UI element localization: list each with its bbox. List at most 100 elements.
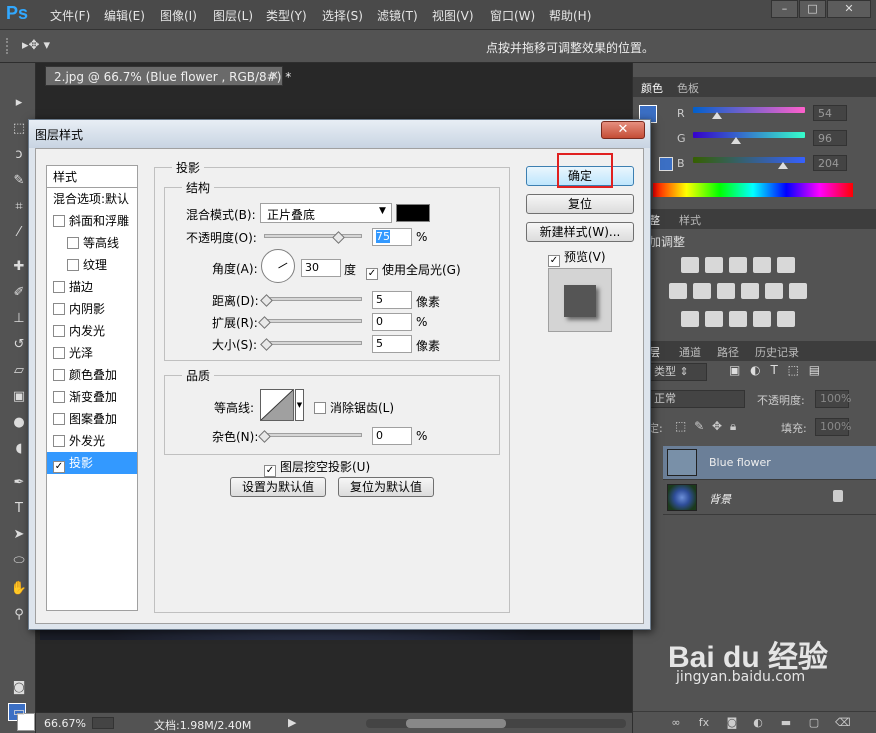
gradient-tool-icon[interactable]: ▣ [9,387,29,407]
size-slider[interactable] [264,341,362,345]
channel-slider-marker[interactable] [711,112,722,119]
blur-tool-icon[interactable]: ● [9,413,29,433]
selective-color-icon[interactable] [753,311,771,327]
new-style-button[interactable]: 新建样式(W)... [526,222,634,242]
zoom-tool-icon[interactable]: ⚲ [9,605,29,625]
shape-tool-icon[interactable]: ⬭ [9,551,29,571]
set-default-button[interactable]: 设置为默认值 [230,477,326,497]
reset-button[interactable]: 复位 [526,194,634,214]
posterize-icon[interactable] [705,311,723,327]
reset-default-button[interactable]: 复位为默认值 [338,477,434,497]
window-close-button[interactable]: ✕ [827,0,871,18]
new-layer-icon[interactable]: ▢ [807,716,821,730]
menu-view[interactable]: 视图(V) [432,7,474,24]
document-tab-close-icon[interactable]: × [269,68,279,82]
tab-color[interactable]: 颜色 [641,80,663,96]
style-checkbox[interactable] [53,369,65,381]
menu-layer[interactable]: 图层(L) [213,7,253,24]
invert-icon[interactable] [681,311,699,327]
minimize-button[interactable]: – [771,0,798,18]
style-checkbox[interactable] [53,325,65,337]
layer-filter-icons[interactable]: ▣ ◐ T ⬚ ▤ [729,363,859,381]
color-spectrum-bar[interactable] [653,183,853,197]
horizontal-scrollbar[interactable] [366,719,626,728]
menu-edit[interactable]: 编辑(E) [104,7,145,24]
style-item-blending-options[interactable]: 混合选项:默认 [47,188,137,210]
eraser-tool-icon[interactable]: ▱ [9,361,29,381]
angle-input[interactable]: 30 [301,259,341,277]
dialog-titlebar[interactable]: 图层样式 ✕ [29,120,650,148]
gradient-map-icon[interactable] [777,311,795,327]
screen-mode-icon[interactable]: ▭ [9,703,29,723]
exposure-icon[interactable] [753,257,771,273]
dialog-close-button[interactable]: ✕ [601,121,645,139]
noise-slider[interactable] [264,433,362,437]
color-lookup-icon[interactable] [789,283,807,299]
channel-g-value[interactable]: 96 [813,130,847,146]
menu-select[interactable]: 选择(S) [322,7,363,24]
tab-history[interactable]: 历史记录 [755,344,799,360]
photo-filter-icon[interactable] [741,283,759,299]
zoom-level[interactable]: 66.67% [44,717,86,730]
checkbox-checked[interactable]: ✓ [264,465,276,477]
add-mask-icon[interactable]: ◙ [725,716,739,730]
tab-styles[interactable]: 样式 [679,212,701,228]
menu-window[interactable]: 窗口(W) [490,7,535,24]
style-item-satin[interactable]: 光泽 [47,342,137,364]
layer-row-blue-flower[interactable]: Blue flower [663,446,876,480]
menu-file[interactable]: 文件(F) [50,7,90,24]
move-tool-icon[interactable]: ▸ [9,93,29,113]
blend-mode-select[interactable]: 正片叠底 ▼ [260,203,392,223]
black-white-icon[interactable] [717,283,735,299]
color-bg-swatch[interactable] [659,157,673,171]
color-balance-icon[interactable] [693,283,711,299]
link-layers-icon[interactable]: ∞ [669,716,683,730]
scrollbar-thumb[interactable] [406,719,506,728]
marquee-tool-icon[interactable]: ⬚ [9,119,29,139]
stamp-tool-icon[interactable]: ⊥ [9,309,29,329]
style-item-drop-shadow[interactable]: ✓ 投影 [47,452,137,474]
brightness-icon[interactable] [681,257,699,273]
style-checkbox[interactable] [53,391,65,403]
type-tool-icon[interactable]: T [9,499,29,519]
contour-preview[interactable] [260,389,294,421]
channel-g-slider[interactable] [693,132,805,138]
layer-kind-filter[interactable]: 类型 ⇕ [649,363,707,381]
channel-mixer-icon[interactable] [765,283,783,299]
dodge-tool-icon[interactable]: ◖ [9,439,29,459]
quick-select-tool-icon[interactable]: ✎ [9,171,29,191]
threshold-icon[interactable] [729,311,747,327]
distance-slider[interactable] [264,297,362,301]
style-checkbox[interactable] [67,237,79,249]
checkbox-checked[interactable]: ✓ [366,268,378,280]
curves-icon[interactable] [729,257,747,273]
style-checkbox[interactable] [53,435,65,447]
checkbox-checked[interactable]: ✓ [548,255,560,267]
shadow-color-swatch[interactable] [396,204,430,222]
quick-mask-icon[interactable]: ◙ [9,678,29,698]
style-checkbox[interactable] [53,215,65,227]
style-checkbox[interactable] [53,303,65,315]
menu-type[interactable]: 类型(Y) [266,7,307,24]
layer-opacity-value[interactable]: 100% [815,390,851,408]
lasso-tool-icon[interactable]: ↄ [9,145,29,165]
status-menu-arrow-icon[interactable]: ▶ [288,716,296,729]
layer-blend-mode[interactable]: 正常 [649,390,745,408]
channel-slider-marker[interactable] [730,137,741,144]
fx-icon[interactable]: fx [697,716,711,730]
style-checkbox-checked[interactable]: ✓ [53,461,65,473]
menu-image[interactable]: 图像(I) [160,7,197,24]
healing-tool-icon[interactable]: ✚ [9,257,29,277]
style-checkbox[interactable] [53,413,65,425]
style-item-pattern-overlay[interactable]: 图案叠加 [47,408,137,430]
style-item-color-overlay[interactable]: 颜色叠加 [47,364,137,386]
new-adjustment-icon[interactable]: ◐ [751,716,765,730]
style-item-outer-glow[interactable]: 外发光 [47,430,137,452]
menu-help[interactable]: 帮助(H) [549,7,591,24]
contour-dropdown-icon[interactable]: ▼ [295,389,304,421]
maximize-button[interactable]: □ [799,0,826,18]
style-item-gradient-overlay[interactable]: 渐变叠加 [47,386,137,408]
brush-tool-icon[interactable]: ✐ [9,283,29,303]
antialias-checkbox[interactable]: 消除锯齿(L) [314,399,394,416]
global-light-checkbox[interactable]: ✓ 使用全局光(G) [366,261,461,280]
